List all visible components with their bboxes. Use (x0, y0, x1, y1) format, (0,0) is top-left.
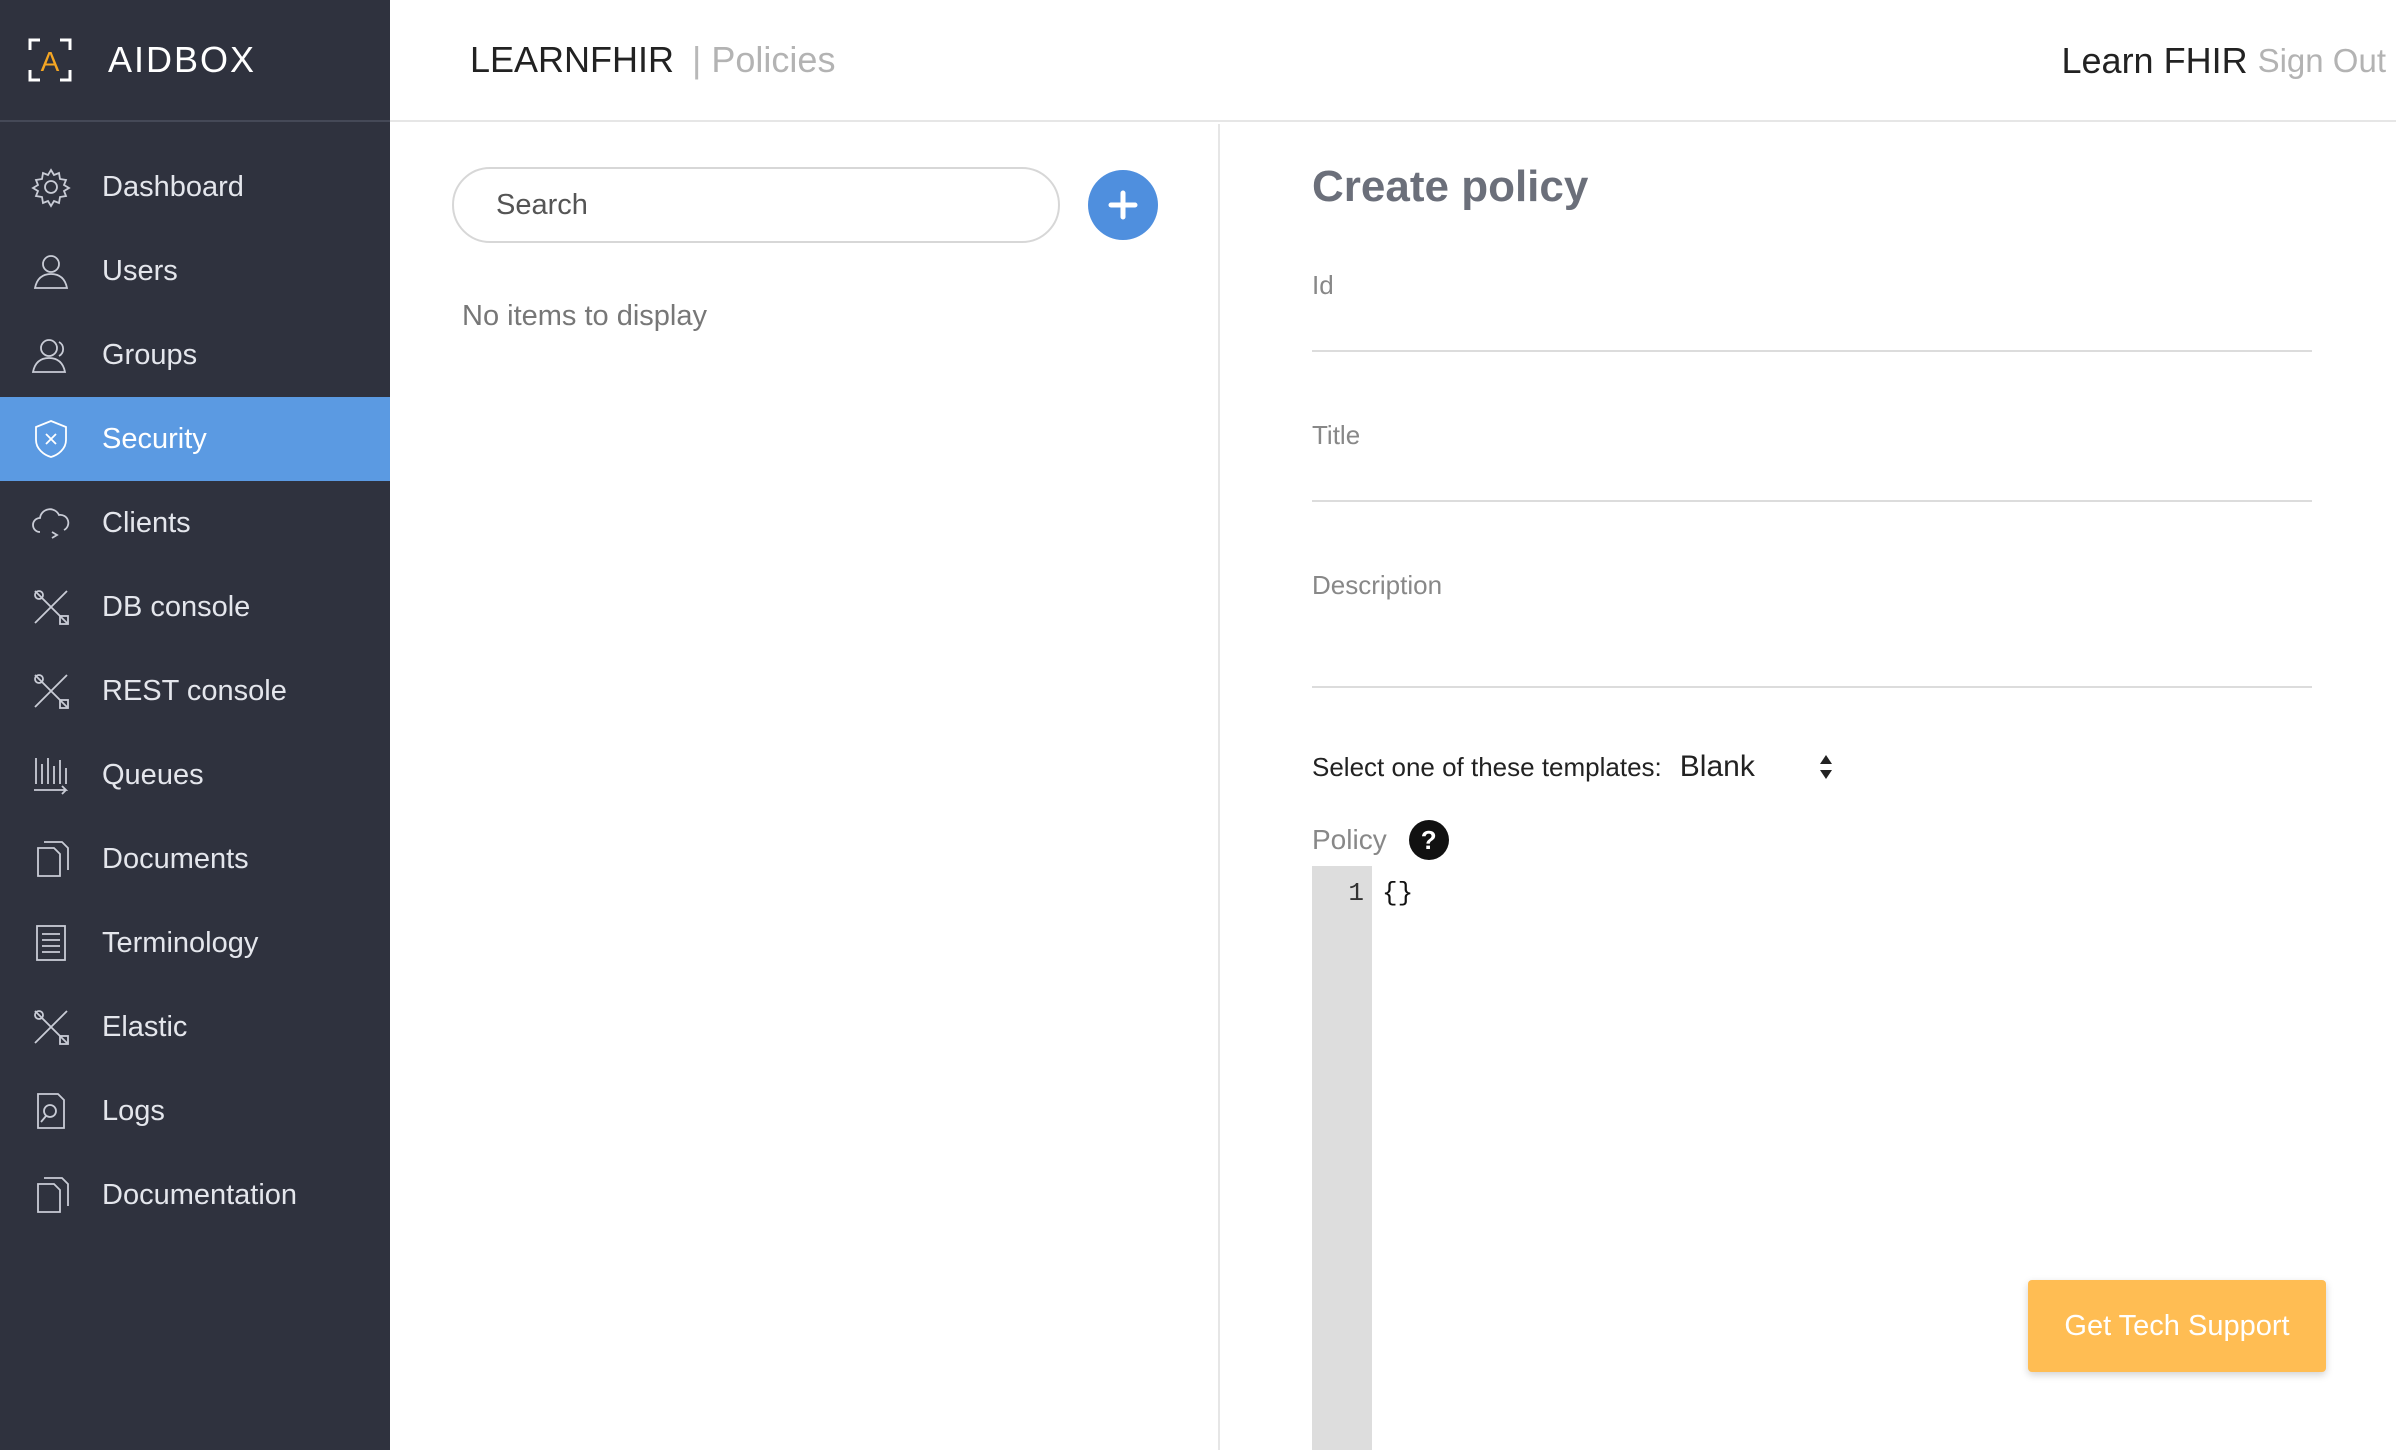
sidebar-item-security[interactable]: Security (0, 397, 390, 481)
tools-icon (30, 1006, 72, 1048)
sidebar-item-logs[interactable]: Logs (0, 1069, 390, 1153)
sidebar-item-label: Documentation (102, 1178, 298, 1211)
policy-row: Policy ? (1312, 820, 1449, 860)
sidebar-item-label: Dashboard (102, 170, 244, 203)
sort-arrows-icon (1819, 755, 1832, 779)
sidebar-nav: Dashboard Users Groups Security Clients (0, 122, 390, 1237)
create-policy-form: Create policy Id Title Description Selec… (1222, 124, 2396, 1450)
policy-label: Policy (1312, 824, 1387, 855)
description-label: Description (1312, 570, 1443, 600)
shield-icon (30, 418, 72, 460)
template-row: Select one of these templates: Blank (1312, 750, 1834, 784)
list-icon (30, 922, 72, 964)
title-field: Title (1312, 420, 2312, 502)
gear-icon (30, 166, 72, 208)
sidebar-item-rest-console[interactable]: REST console (0, 649, 390, 733)
sidebar-item-label: Documents (102, 842, 249, 875)
sidebar-item-clients[interactable]: Clients (0, 481, 390, 565)
user-name: Learn FHIR (2061, 40, 2248, 81)
title-input[interactable] (1312, 459, 2312, 499)
title-label: Title (1312, 420, 1361, 450)
id-input[interactable] (1312, 309, 2312, 349)
description-input[interactable] (1312, 609, 2312, 679)
sidebar-item-label: Elastic (102, 1010, 188, 1043)
sidebar-item-users[interactable]: Users (0, 229, 390, 313)
editor-gutter: 1 (1312, 866, 1372, 1450)
cloud-icon (30, 502, 72, 544)
sign-out-link[interactable]: Sign Out (2258, 42, 2386, 80)
brand-logo-letter: A (41, 46, 60, 77)
empty-list-message: No items to display (462, 300, 707, 332)
sidebar-item-documents[interactable]: Documents (0, 817, 390, 901)
template-label: Select one of these templates: (1312, 751, 1662, 782)
group-icon (30, 334, 72, 376)
id-label: Id (1312, 270, 1334, 300)
aidbox-logo-icon: A (28, 38, 72, 82)
sidebar-item-label: Users (102, 254, 178, 287)
sidebar-item-label: REST console (102, 674, 287, 707)
document-icon (30, 1174, 72, 1216)
sidebar-item-documentation[interactable]: Documentation (0, 1153, 390, 1237)
document-icon (30, 838, 72, 880)
sidebar-item-label: Groups (102, 338, 198, 371)
sidebar-item-db-console[interactable]: DB console (0, 565, 390, 649)
log-search-icon (30, 1090, 72, 1132)
tools-icon (30, 586, 72, 628)
tools-icon (30, 670, 72, 712)
sidebar-item-label: Queues (102, 758, 204, 791)
user-icon (30, 250, 72, 292)
sidebar-item-label: DB console (102, 590, 251, 623)
editor-code[interactable]: {} (1382, 878, 1413, 908)
brand-name: AIDBOX (108, 39, 257, 80)
sidebar-item-dashboard[interactable]: Dashboard (0, 145, 390, 229)
plus-icon (1108, 190, 1138, 220)
sidebar-item-label: Logs (102, 1094, 165, 1127)
page-title: LEARNFHIR (470, 39, 675, 80)
breadcrumb-separator: | (692, 39, 702, 80)
help-icon[interactable]: ? (1408, 820, 1449, 860)
brand: A AIDBOX (0, 0, 390, 122)
user-menu: Learn FHIR Sign Out (2062, 0, 2387, 122)
description-field: Description (1312, 570, 2312, 688)
search-input[interactable] (452, 167, 1060, 243)
sidebar-item-groups[interactable]: Groups (0, 313, 390, 397)
id-field: Id (1312, 270, 2312, 352)
policy-list-panel: No items to display (390, 124, 1220, 1450)
sidebar-item-label: Security (102, 422, 207, 455)
sidebar-item-queues[interactable]: Queues (0, 733, 390, 817)
breadcrumb-section: Policies (711, 39, 836, 80)
sidebar: A AIDBOX Dashboard Users Groups Security… (0, 0, 390, 1450)
sidebar-item-terminology[interactable]: Terminology (0, 901, 390, 985)
queue-icon (30, 754, 72, 796)
template-selected-value: Blank (1679, 750, 1755, 783)
template-select[interactable]: Blank (1680, 750, 1834, 784)
add-policy-button[interactable] (1088, 170, 1158, 240)
form-title: Create policy (1312, 162, 1589, 211)
sidebar-item-elastic[interactable]: Elastic (0, 985, 390, 1069)
top-header: LEARNFHIR | Policies Learn FHIR Sign Out (390, 0, 2396, 122)
sidebar-item-label: Clients (102, 506, 191, 539)
sidebar-item-label: Terminology (102, 926, 259, 959)
line-number: 1 (1348, 878, 1364, 908)
get-tech-support-button[interactable]: Get Tech Support (2028, 1280, 2326, 1372)
